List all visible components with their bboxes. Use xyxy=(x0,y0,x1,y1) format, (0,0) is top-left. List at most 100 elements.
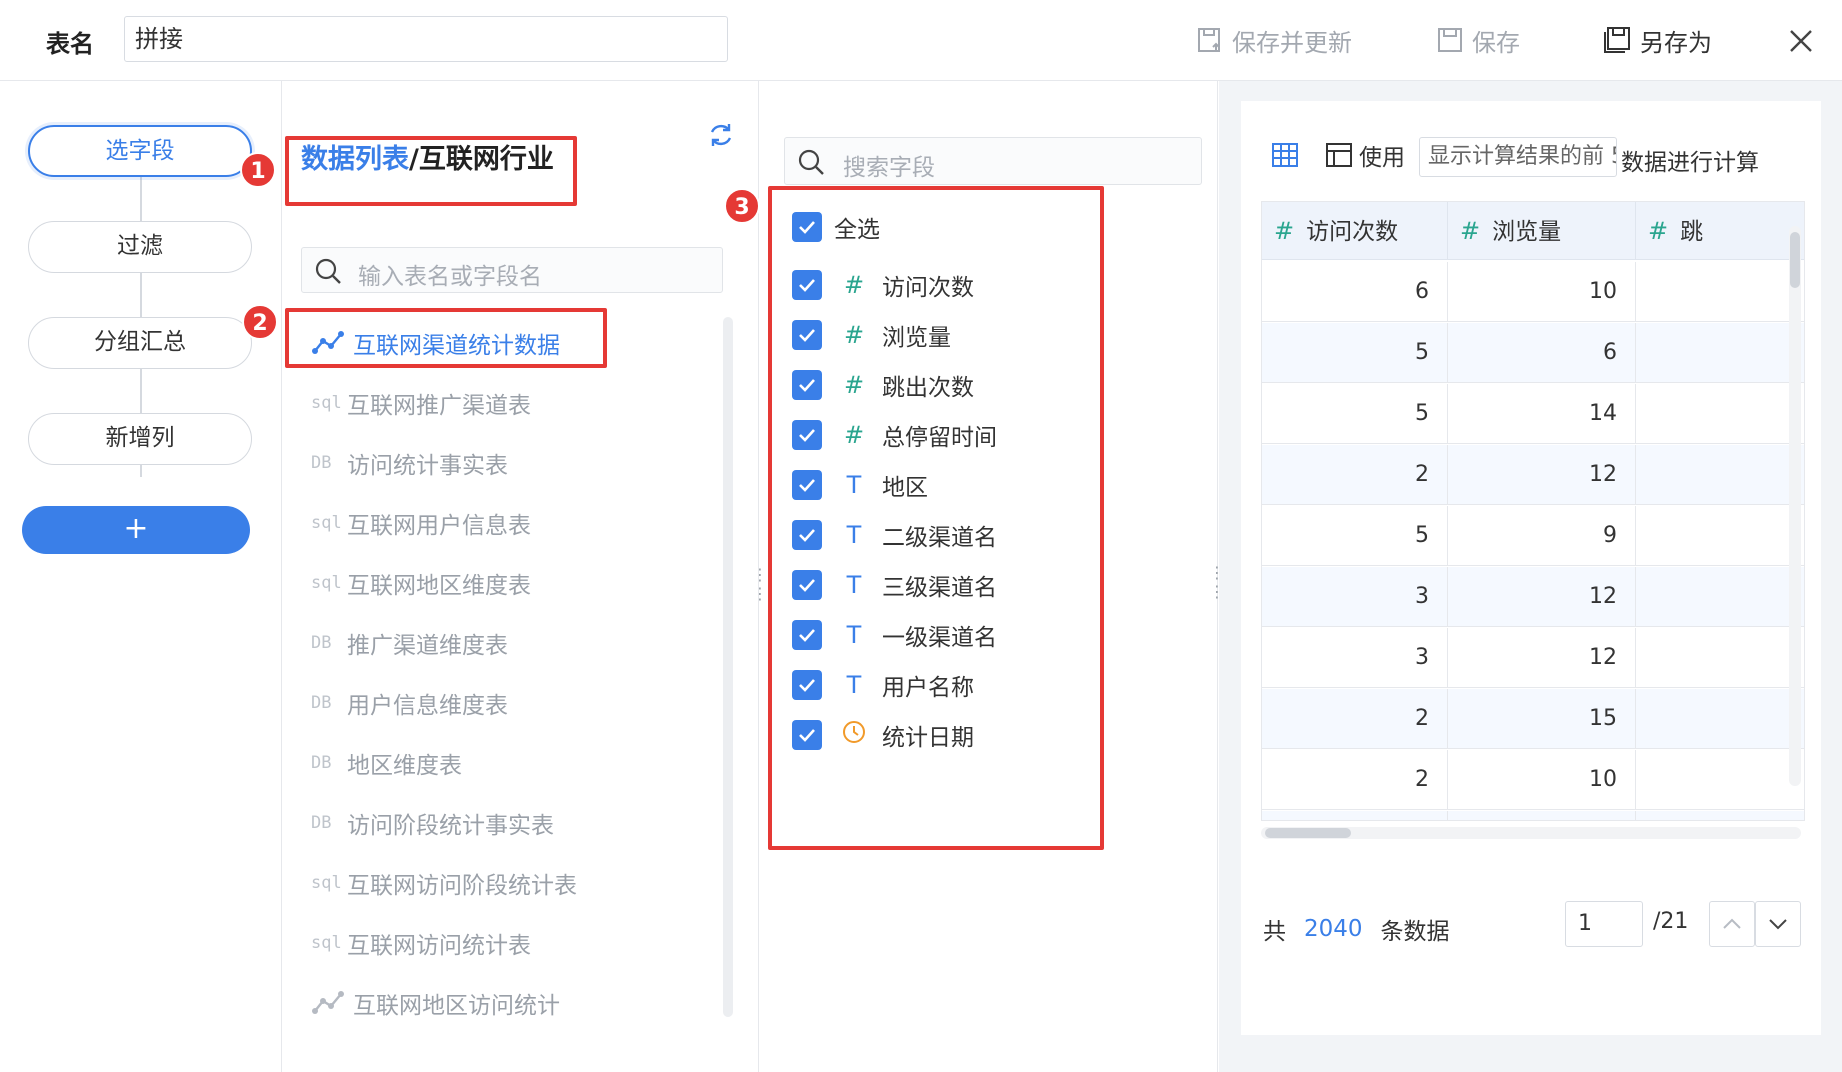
table-cell: 15 xyxy=(1448,689,1636,749)
db-table-icon: DB xyxy=(311,813,332,833)
chevron-up-icon xyxy=(1723,918,1741,929)
table-list-item-label: 访问阶段统计事实表 xyxy=(347,813,554,839)
preview-panel: 使用 显示计算结果的前 5000 行数据 数据进行计算 # 访问次数 # 浏览量 #… xyxy=(1241,101,1821,1035)
table-cell: 6 xyxy=(1448,323,1636,383)
column-header[interactable]: # 跳 xyxy=(1636,202,1804,260)
preview-rows-select[interactable]: 显示计算结果的前 5000 行数据 xyxy=(1419,137,1617,177)
table-list-item-label: 互联网访问阶段统计表 xyxy=(347,873,577,899)
save-as-button[interactable]: 另存为 xyxy=(1602,22,1712,58)
total-suffix: 条数据 xyxy=(1380,919,1450,945)
table-list-item[interactable]: DB 推广渠道维度表 xyxy=(311,623,508,663)
save-icon xyxy=(1438,28,1462,52)
column-header[interactable]: # 浏览量 xyxy=(1448,202,1636,260)
table-cell xyxy=(1636,323,1804,383)
number-type-icon: # xyxy=(1460,217,1481,245)
table-name-input[interactable]: 拼接 xyxy=(124,16,728,62)
table-cell xyxy=(1636,689,1804,749)
grid-vertical-scrollbar[interactable] xyxy=(1789,226,1801,786)
table-row: 28 xyxy=(1262,811,1804,820)
table-row: 2 15 xyxy=(1262,689,1804,749)
close-icon[interactable] xyxy=(1786,26,1816,56)
table-cell: 3 xyxy=(1262,567,1448,627)
table-search-input[interactable]: 输入表名或字段名 xyxy=(301,247,723,293)
panel-view-icon[interactable] xyxy=(1325,141,1353,169)
total-count: 2040 xyxy=(1304,916,1363,942)
table-cell: 10 xyxy=(1448,262,1636,322)
table-cell: 3 xyxy=(1262,628,1448,688)
drag-handle-icon[interactable]: ⋮ ⋮ xyxy=(1209,563,1225,601)
step-add-column[interactable]: 新增列 xyxy=(28,413,252,465)
field-search-input[interactable]: 搜索字段 xyxy=(784,137,1202,185)
add-step-button[interactable]: + xyxy=(22,506,250,554)
table-cell: 2 xyxy=(1262,689,1448,749)
total-prefix: 共 xyxy=(1263,919,1286,945)
page-down-button[interactable] xyxy=(1755,901,1801,947)
table-cell xyxy=(1636,384,1804,444)
db-table-icon: DB xyxy=(311,633,332,653)
sql-table-icon: sql xyxy=(311,393,342,413)
step-panel: 选字段 过滤 分组汇总 新增列 + xyxy=(0,81,282,1072)
table-name-label: 表名 xyxy=(46,30,94,58)
step-filter[interactable]: 过滤 xyxy=(28,221,252,273)
table-row: 56 xyxy=(1262,323,1804,383)
table-search-placeholder: 输入表名或字段名 xyxy=(358,264,542,290)
table-row: 2 12 xyxy=(1262,445,1804,505)
table-cell xyxy=(1636,750,1804,810)
table-row: 59 xyxy=(1262,506,1804,566)
number-type-icon: # xyxy=(1648,217,1669,245)
table-cell: 8 xyxy=(1448,811,1636,820)
table-cell xyxy=(1636,506,1804,566)
scroll-thumb[interactable] xyxy=(1790,232,1800,288)
save-update-button[interactable]: 保存并更新 xyxy=(1196,22,1352,58)
refresh-icon[interactable] xyxy=(707,121,735,149)
preview-toolbar: 使用 xyxy=(1271,135,1405,175)
table-list-item-label: 互联网推广渠道表 xyxy=(347,393,531,419)
column-header-label: 跳 xyxy=(1680,219,1704,245)
drag-handle-icon[interactable]: ⋮ ⋮ xyxy=(752,565,768,603)
annotation-box-fields xyxy=(768,186,1104,850)
page-up-button[interactable] xyxy=(1709,901,1755,947)
table-row: 3 12 xyxy=(1262,567,1804,627)
table-list-item[interactable]: DB 用户信息维度表 xyxy=(311,683,508,723)
table-list-item[interactable]: 互联网地区访问统计 xyxy=(311,983,560,1023)
save-as-icon xyxy=(1604,27,1630,53)
table-cell: 6 xyxy=(1262,262,1448,322)
db-table-icon: DB xyxy=(311,753,332,773)
table-list-panel: 数据列表/互联网行业 输入表名或字段名 互联网渠道统计数据 sql 互联网推广渠道表… xyxy=(283,81,759,1072)
table-list-item-label: 访问统计事实表 xyxy=(347,453,508,479)
table-list-item-label: 地区维度表 xyxy=(347,753,462,779)
table-list-item-label: 互联网用户信息表 xyxy=(347,513,531,539)
grid-header: # 访问次数 # 浏览量 # 跳 xyxy=(1262,202,1804,260)
db-table-icon: DB xyxy=(311,693,332,713)
preview-grid: #访问次数 #浏览量 #跳 61056514212593123122152102… xyxy=(1261,201,1805,821)
column-header[interactable]: # 访问次数 xyxy=(1262,202,1448,260)
sql-table-icon: sql xyxy=(311,873,342,893)
db-table-icon: DB xyxy=(311,453,332,473)
scroll-thumb[interactable] xyxy=(1265,828,1351,838)
table-cell: 12 xyxy=(1448,445,1636,505)
step-group-summary[interactable]: 分组汇总 xyxy=(28,317,252,369)
number-type-icon: # xyxy=(1274,217,1295,245)
table-cell xyxy=(1636,262,1804,322)
table-cell: 2 xyxy=(1262,811,1448,820)
table-list-scrollbar[interactable] xyxy=(723,317,733,1017)
table-list-item[interactable]: DB 地区维度表 xyxy=(311,743,462,783)
top-bar: 表名 拼接 保存并更新 保存 另存为 xyxy=(0,0,1842,81)
table-list-item[interactable]: sql 互联网推广渠道表 xyxy=(311,383,531,423)
table-row: 5 14 xyxy=(1262,384,1804,444)
save-button[interactable]: 保存 xyxy=(1436,22,1520,58)
table-cell: 2 xyxy=(1262,445,1448,505)
table-list-item[interactable]: sql 互联网用户信息表 xyxy=(311,503,531,543)
table-list-item[interactable]: DB 访问统计事实表 xyxy=(311,443,508,483)
step-select-fields[interactable]: 选字段 xyxy=(28,125,252,177)
table-view-icon[interactable] xyxy=(1271,141,1299,169)
table-list-item[interactable]: sql 互联网地区维度表 xyxy=(311,563,531,603)
annotation-badge: 2 xyxy=(242,304,278,340)
page-number-input[interactable]: 1 xyxy=(1565,901,1643,947)
field-search-placeholder: 搜索字段 xyxy=(843,155,935,181)
table-list-item[interactable]: sql 互联网访问阶段统计表 xyxy=(311,863,577,903)
grid-horizontal-scrollbar[interactable] xyxy=(1261,827,1801,839)
table-list-item-label: 互联网地区维度表 xyxy=(347,573,531,599)
table-list-item[interactable]: sql 互联网访问统计表 xyxy=(311,923,531,963)
table-list-item[interactable]: DB 访问阶段统计事实表 xyxy=(311,803,554,843)
